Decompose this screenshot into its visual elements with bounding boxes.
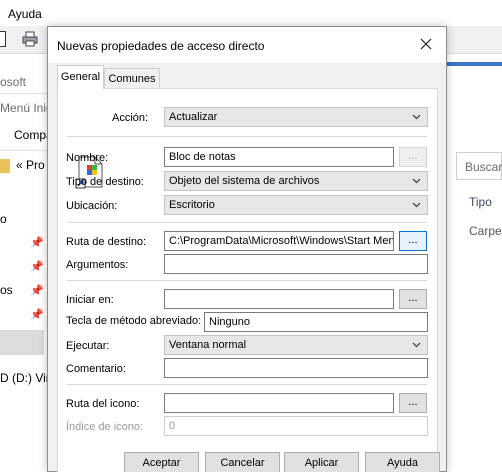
folder-icon [0,159,10,173]
general-panel: Acción: Actualizar Nombre: Bloc de notas… [57,88,438,472]
ejecutar-select[interactable]: Ventana normal [164,335,428,355]
iniciar-en-browse-button[interactable]: ... [399,289,427,309]
pin-icon: 📌 [30,285,44,297]
pin-icon: 📌 [30,237,44,249]
menu-item-ayuda[interactable]: Ayuda [8,7,42,21]
divider [67,222,427,223]
dialog-title: Nuevas propiedades de acceso directo [57,39,265,53]
list-item-text: osoft [0,75,27,89]
ribbon-accent [447,62,502,66]
indice-icono-field: 0 [164,416,428,436]
ubicacion-value: Escritorio [169,199,215,211]
chevron-down-icon [412,202,421,208]
ubicacion-label: Ubicación: [66,200,118,212]
tab-general[interactable]: General [57,65,104,89]
close-icon [420,38,432,50]
ruta-destino-field[interactable]: C:\ProgramData\Microsoft\Windows\Start M… [164,231,394,251]
page-icon[interactable] [0,31,6,47]
divider [67,384,427,385]
ejecutar-label: Ejecutar: [66,340,110,352]
chevron-down-icon [412,178,421,184]
tab-comunes[interactable]: Comunes [104,68,160,90]
address-path[interactable]: « Pro [16,158,45,172]
table-cell: Carpet [469,224,502,238]
shortcut-properties-dialog: Nuevas propiedades de acceso directo Gen… [47,26,447,472]
nombre-browse-button[interactable]: ... [399,147,427,167]
iniciar-en-label: Iniciar en: [66,294,114,306]
aceptar-button[interactable]: Aceptar [124,452,199,472]
chevron-down-icon [412,114,421,120]
ruta-icono-browse-button[interactable]: ... [399,393,427,413]
nombre-label: Nombre: [66,152,109,164]
menu-bar [0,0,502,26]
search-placeholder: Buscar [465,160,502,174]
close-button[interactable] [406,27,446,61]
accion-label: Acción: [112,112,149,124]
divider [67,136,427,137]
title-bar[interactable]: Nuevas propiedades de acceso directo [48,27,446,63]
ruta-icono-field[interactable] [164,393,394,413]
tecla-label: Tecla de método abreviado: [66,315,202,327]
nombre-field[interactable]: Bloc de notas [164,147,394,167]
nav-item-selected[interactable] [0,330,44,355]
ubicacion-select[interactable]: Escritorio [164,195,428,215]
nav-item[interactable]: os [0,283,13,297]
accion-select[interactable]: Actualizar [164,107,428,127]
aplicar-button[interactable]: Aplicar [284,452,359,472]
ejecutar-value: Ventana normal [169,339,247,351]
divider [67,280,427,281]
tipo-destino-select[interactable]: Objeto del sistema de archivos [164,171,428,191]
nav-item[interactable]: o [0,212,7,226]
tecla-field[interactable]: Ninguno [204,312,428,332]
ruta-destino-label: Ruta de destino: [66,236,147,248]
ruta-destino-browse-button[interactable]: ... [399,231,427,251]
argumentos-field[interactable] [164,254,428,274]
search-input[interactable]: Buscar [456,152,502,180]
chevron-down-icon [412,342,421,348]
comentario-label: Comentario: [66,363,126,375]
comentario-field[interactable] [164,358,428,378]
nav-item-drive[interactable]: D (D:) Vir [0,371,50,385]
breadcrumb[interactable]: Menú Inic [0,101,52,115]
pin-icon: 📌 [30,309,44,321]
tipo-destino-value: Objeto del sistema de archivos [169,175,320,187]
ayuda-button[interactable]: Ayuda [365,452,440,472]
tipo-destino-label: Tipo de destino: [66,176,144,188]
column-header-tipo[interactable]: Tipo [469,195,492,209]
iniciar-en-field[interactable] [164,289,394,309]
ruta-icono-label: Ruta del icono: [66,398,140,410]
pin-icon: 📌 [30,261,44,273]
accion-value: Actualizar [169,111,218,123]
cancelar-button[interactable]: Cancelar [205,452,280,472]
argumentos-label: Argumentos: [66,259,129,271]
indice-icono-label: Índice de icono: [66,421,144,433]
printer-icon[interactable] [22,31,38,47]
